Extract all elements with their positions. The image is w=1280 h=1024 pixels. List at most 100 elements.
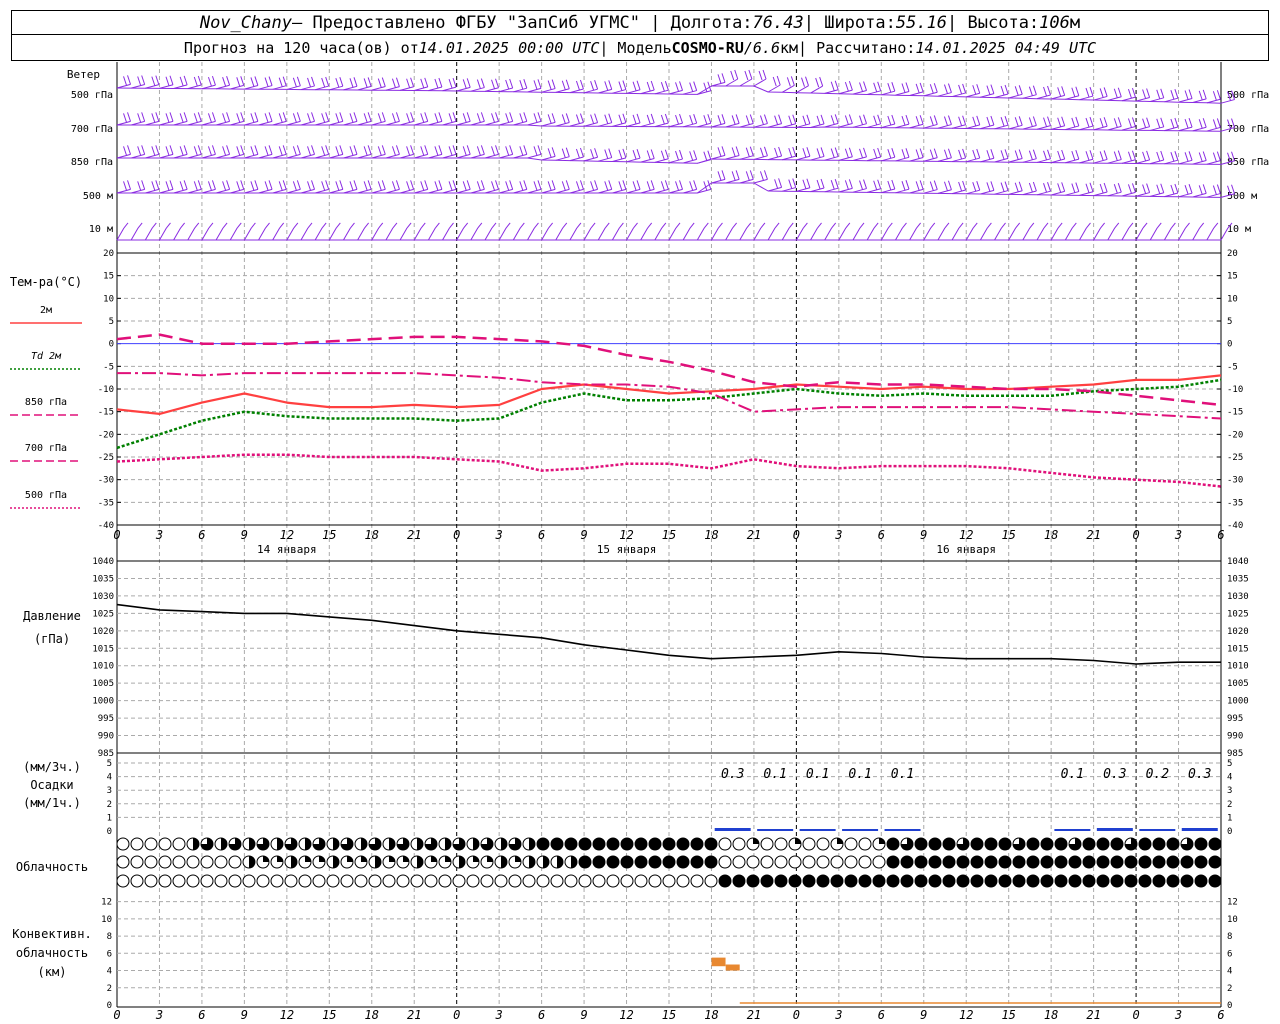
- wind-barb-flag: [339, 180, 344, 190]
- wind-barb-flag: [1202, 151, 1207, 161]
- wind-barb: [555, 121, 570, 127]
- wind-barb-flag: [495, 78, 499, 88]
- wind-barb-flag: [762, 69, 767, 80]
- wind-barb-flag: [278, 146, 283, 156]
- wind-barb: [683, 188, 697, 194]
- wind-barb: [159, 153, 174, 159]
- wind-barb-flag: [137, 113, 142, 123]
- wind-barb-flag: [183, 75, 188, 86]
- wind-barb: [994, 157, 1009, 163]
- wind-barb-flag: [590, 81, 595, 91]
- wind-barb-flag: [211, 75, 216, 86]
- wind-barb-flag: [1089, 86, 1094, 97]
- wind-barb-flag: [802, 222, 808, 229]
- wind-barb-flag: [958, 149, 963, 160]
- wind-barb-flag: [523, 180, 528, 190]
- wind-barb: [300, 120, 315, 126]
- wind-barb-flag: [1047, 116, 1051, 126]
- wind-barb-flag: [788, 147, 793, 158]
- temperature-tick-label: -10: [98, 385, 114, 395]
- wind-barb-flag: [509, 180, 514, 190]
- wind-barb: [230, 120, 244, 126]
- cloud-cover-fill: [305, 856, 311, 862]
- wind-barb: [385, 227, 394, 241]
- wind-barb-flag: [660, 114, 665, 125]
- wind-barb: [867, 90, 881, 95]
- wind-barb: [569, 227, 578, 241]
- wind-barb-flag: [1071, 87, 1076, 97]
- wind-barb: [555, 227, 564, 241]
- wind-barb-flag: [1043, 86, 1047, 97]
- precip-bar: [1139, 829, 1176, 831]
- cloud-cover-symbol: [1194, 874, 1208, 888]
- wind-barb-flag: [325, 112, 330, 122]
- cloud-cover-symbol: [634, 837, 648, 851]
- wind-barb: [215, 153, 230, 159]
- wind-barb-flag: [292, 113, 297, 123]
- wind-barb: [555, 156, 570, 161]
- hour-tick-label-bottom: 15: [322, 1008, 336, 1022]
- hour-tick-label: 15: [662, 528, 676, 542]
- cloud-cover-symbol: [1124, 874, 1138, 888]
- cloud-cover-symbol: [676, 874, 690, 888]
- wind-barb-flag: [958, 222, 964, 229]
- wind-barb-flag: [1184, 118, 1189, 129]
- wind-barb: [994, 124, 1009, 130]
- wind-barb: [895, 227, 903, 241]
- hour-tick-label: 9: [580, 528, 587, 542]
- wind-barb-flag: [127, 145, 131, 155]
- wind-barb: [767, 227, 776, 241]
- cloud-cover-symbol: [1124, 855, 1138, 869]
- hour-tick-label: 21: [407, 528, 421, 542]
- wind-barb-flag: [523, 112, 528, 122]
- wind-barb-flag: [1127, 88, 1132, 99]
- wind-barb-flag: [155, 180, 160, 190]
- cloud-cover-symbol: [480, 874, 494, 888]
- wind-barb-flag: [169, 75, 174, 85]
- wind-barb-flag: [689, 181, 694, 191]
- wind-level-label-right: 500 м: [1227, 191, 1257, 202]
- cloud-cover-fill: [221, 838, 227, 850]
- cloud-cover-symbol: [578, 855, 592, 869]
- wind-level-label: 10 м: [89, 224, 113, 235]
- wind-barb: [1036, 94, 1051, 100]
- temperature-tick-label-right: -40: [1227, 521, 1243, 531]
- wind-barb: [569, 122, 584, 127]
- wind-barb-flag: [208, 222, 214, 229]
- wind-barb-flag: [551, 79, 556, 89]
- wind-barb-flag: [452, 77, 457, 88]
- wind-barb-flag: [759, 147, 764, 157]
- cloud-cover-symbol: [452, 874, 466, 888]
- wind-barb-flag: [1099, 183, 1104, 194]
- pressure-tick-label-right: 1040: [1227, 557, 1249, 567]
- cloud-cover-fill: [417, 838, 423, 850]
- precip-amount-label: 0.3: [1188, 767, 1211, 782]
- wind-barb: [1164, 192, 1179, 198]
- wind-barb: [583, 188, 598, 194]
- cloud-cover-symbol: [158, 874, 172, 888]
- wind-barb-flag: [321, 77, 326, 88]
- wind-barb-flag: [480, 112, 485, 122]
- wind-barb-flag: [151, 113, 156, 123]
- wind-barb-flag: [943, 149, 948, 159]
- wind-barb-flag: [774, 115, 779, 125]
- cloud-cover-fill: [361, 838, 367, 850]
- wind-barb: [569, 156, 584, 162]
- cloud-cover-symbol: [1166, 855, 1180, 869]
- wind-barb-flag: [1057, 117, 1062, 127]
- wind-barb-flag: [863, 81, 867, 91]
- cloud-cover-fill: [305, 838, 311, 850]
- wind-barb: [683, 158, 697, 164]
- wind-barb: [272, 153, 287, 159]
- wind-barb-flag: [590, 222, 596, 229]
- wind-barb-flag: [349, 113, 354, 123]
- wind-barb: [1107, 191, 1122, 197]
- wind-barb-flag: [462, 181, 467, 191]
- wind-barb: [315, 188, 329, 194]
- wind-barb-flag: [901, 115, 906, 126]
- wind-barb: [201, 120, 216, 126]
- wind-barb: [427, 227, 436, 241]
- cloud-cover-symbol: [886, 837, 900, 851]
- wind-barb-flag: [353, 145, 358, 155]
- wind-barb: [994, 93, 1009, 99]
